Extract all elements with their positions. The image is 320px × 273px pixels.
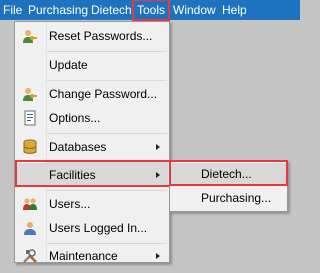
menu-item-change-password[interactable]: Change Password... xyxy=(16,82,168,106)
user-icon xyxy=(22,220,38,236)
menu-separator xyxy=(47,80,167,81)
menu-bar: File Purchasing Dietech Tools Window Hel… xyxy=(0,0,300,21)
submenu-arrow-icon xyxy=(156,144,160,150)
menu-item-options[interactable]: Options... xyxy=(16,106,168,130)
submenu-item-dietech[interactable]: Dietech... xyxy=(171,163,286,185)
menu-item-label: Databases xyxy=(49,140,107,154)
menu-item-label: Update xyxy=(49,58,88,72)
menu-dietech[interactable]: Dietech xyxy=(91,0,132,20)
facilities-submenu: Dietech... Purchasing... xyxy=(169,160,288,212)
menu-item-maintenance[interactable]: Maintenance xyxy=(16,244,168,268)
user-key-icon xyxy=(22,86,38,102)
menu-separator xyxy=(47,133,167,134)
submenu-item-label: Dietech... xyxy=(201,167,252,181)
menu-item-label: Users Logged In... xyxy=(49,221,148,235)
tools-dropdown-menu: Reset Passwords... Update Change Passwor… xyxy=(14,21,170,263)
menu-file[interactable]: File xyxy=(3,0,22,20)
menu-purchasing[interactable]: Purchasing xyxy=(28,0,88,20)
menu-item-label: Options... xyxy=(49,111,101,125)
submenu-item-label: Purchasing... xyxy=(201,191,272,205)
user-key-icon xyxy=(22,28,38,44)
submenu-arrow-icon xyxy=(156,172,160,178)
menu-item-label: Maintenance xyxy=(49,249,118,263)
menu-item-label: Change Password... xyxy=(49,87,158,101)
menu-item-facilities[interactable]: Facilities xyxy=(16,163,168,187)
menu-item-update[interactable]: Update xyxy=(16,53,168,77)
options-icon xyxy=(22,110,38,126)
menu-item-users-logged-in[interactable]: Users Logged In... xyxy=(16,216,168,240)
menu-item-users[interactable]: Users... xyxy=(16,192,168,216)
menu-help[interactable]: Help xyxy=(222,0,247,20)
menu-separator xyxy=(47,190,167,191)
menu-item-reset-passwords[interactable]: Reset Passwords... xyxy=(16,24,168,48)
menu-tools[interactable]: Tools xyxy=(132,0,171,21)
menu-item-label: Facilities xyxy=(49,168,96,182)
tools-icon xyxy=(22,248,38,264)
menu-item-label: Reset Passwords... xyxy=(49,29,153,43)
menu-separator xyxy=(47,51,167,52)
submenu-item-purchasing[interactable]: Purchasing... xyxy=(171,187,286,209)
menu-item-label: Users... xyxy=(49,197,91,211)
menu-window[interactable]: Window xyxy=(173,0,216,20)
menu-item-databases[interactable]: Databases xyxy=(16,135,168,159)
database-icon xyxy=(22,139,38,155)
submenu-arrow-icon xyxy=(156,253,160,259)
users-icon xyxy=(22,196,38,212)
